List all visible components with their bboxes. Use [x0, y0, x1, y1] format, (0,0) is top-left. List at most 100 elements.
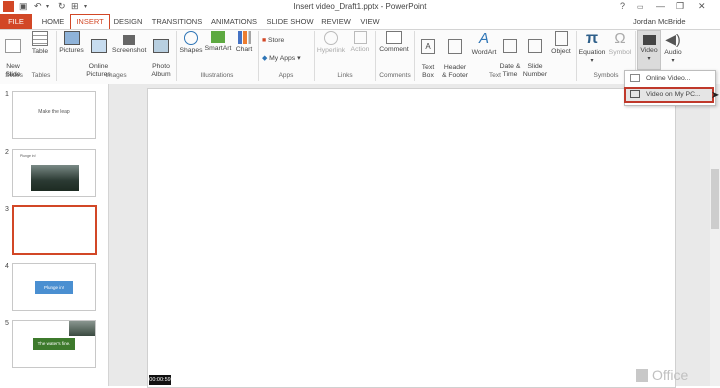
screenshot-label: Screenshot: [112, 47, 147, 54]
restore-button[interactable]: ❐: [676, 1, 684, 12]
film-icon: [642, 35, 656, 45]
calendar-icon: [503, 39, 517, 53]
audio-label: Audio: [664, 49, 682, 56]
slide-thumbnail-1[interactable]: Make the leap: [12, 91, 96, 139]
photo-image: [69, 321, 95, 336]
equation-button[interactable]: π Equation ▾: [577, 31, 607, 65]
video-timecode: 00:00:59: [149, 375, 171, 385]
office-logo-icon: [636, 369, 648, 382]
audio-button[interactable]: ◀) Audio ▾: [661, 31, 685, 65]
tab-design[interactable]: DESIGN: [111, 17, 145, 26]
symbol-button[interactable]: Ω Symbol: [607, 31, 633, 57]
online-video-icon: [630, 74, 640, 83]
divider: [258, 31, 259, 81]
my-apps-icon: ◆: [262, 55, 268, 62]
slide-number-icon: [528, 39, 542, 53]
window-title: Insert video_Draft1.pptx - PowerPoint: [293, 2, 427, 11]
smartart-button[interactable]: SmartArt: [204, 31, 232, 53]
close-button[interactable]: ✕: [698, 1, 706, 12]
comment-button[interactable]: Comment: [377, 31, 411, 54]
tab-file[interactable]: FILE: [0, 14, 32, 29]
minimize-button[interactable]: —: [656, 1, 665, 11]
table-icon: [32, 31, 48, 46]
photo-image: [31, 165, 79, 191]
group-label-text: Text: [489, 72, 501, 79]
slide-thumbnail-3[interactable]: [12, 205, 97, 255]
new-slide-icon: [5, 39, 21, 53]
slide-number: 4: [5, 263, 9, 270]
group-label-links: Links: [337, 72, 353, 79]
menu-item-video-on-my-pc[interactable]: Video on My PC...: [624, 87, 714, 103]
slide-thumbnail-2[interactable]: Plunge in!: [12, 149, 96, 197]
action-icon: [353, 31, 367, 44]
chevron-down-icon: ▾: [671, 58, 675, 64]
chevron-down-icon: ▾: [590, 58, 594, 64]
slide-thumbnail-5[interactable]: The water's fine.: [12, 320, 96, 368]
slide-thumbnail-4[interactable]: Plunge in!: [12, 263, 96, 311]
photo-album-icon: [153, 39, 169, 53]
online-pictures-icon: [90, 39, 107, 53]
wordart-button[interactable]: A WordArt: [470, 31, 498, 57]
divider: [176, 31, 177, 81]
group-label-images: Images: [105, 72, 127, 79]
tab-animations[interactable]: ANIMATIONS: [208, 17, 260, 26]
slide-number: 1: [5, 91, 9, 98]
screenshot-button[interactable]: Screenshot: [112, 31, 146, 55]
video-label: Video: [640, 47, 658, 54]
group-label-slides: Slides: [5, 72, 23, 79]
symbol-label: Symbol: [608, 49, 632, 56]
shapes-button[interactable]: Shapes: [178, 31, 204, 55]
smartart-icon: [211, 31, 225, 43]
menu-item-online-video[interactable]: Online Video...: [625, 72, 713, 86]
object-icon: [554, 31, 568, 46]
text-box-icon: A: [421, 39, 435, 54]
omega-icon: Ω: [614, 30, 626, 47]
wordart-icon: A: [478, 30, 489, 47]
hyperlink-icon: [324, 31, 338, 45]
object-button[interactable]: Object: [548, 31, 574, 56]
tab-insert[interactable]: INSERT: [70, 14, 110, 29]
tab-review[interactable]: REVIEW: [320, 17, 352, 26]
group-label-illustrations: Illustrations: [200, 72, 234, 79]
current-slide[interactable]: [147, 88, 676, 388]
scrollbar-thumb[interactable]: [711, 169, 719, 229]
action-label: Action: [350, 46, 370, 53]
chart-button[interactable]: Chart: [233, 31, 255, 54]
help-icon[interactable]: ?: [620, 1, 625, 11]
divider: [414, 31, 415, 81]
slide-number: 5: [5, 320, 9, 327]
vertical-scrollbar[interactable]: [710, 84, 720, 386]
chevron-down-icon: ▾: [297, 55, 301, 62]
mouse-cursor-icon: ➤: [711, 90, 720, 101]
my-apps-label: My Apps: [269, 55, 296, 62]
group-label-apps: Apps: [278, 72, 294, 79]
shapes-label: Shapes: [179, 47, 203, 54]
ribbon-display-icon[interactable]: ▭: [637, 3, 644, 11]
group-label-comments: Comments: [379, 72, 411, 79]
pictures-icon: [63, 31, 80, 45]
my-apps-button[interactable]: ◆ My Apps ▾: [262, 55, 312, 63]
menu-item-label: Video on My PC...: [646, 91, 701, 98]
tab-home[interactable]: HOME: [38, 17, 68, 26]
tab-transitions[interactable]: TRANSITIONS: [150, 17, 204, 26]
tab-view[interactable]: VIEW: [358, 17, 382, 26]
divider: [314, 31, 315, 81]
store-button[interactable]: ■ Store: [262, 37, 302, 45]
tab-slide-show[interactable]: SLIDE SHOW: [265, 17, 315, 26]
wordart-label: WordArt: [471, 49, 497, 56]
group-label-tables: Tables: [31, 72, 51, 79]
store-label: Store: [268, 37, 285, 44]
shapes-icon: [184, 31, 198, 45]
action-button[interactable]: Action: [348, 31, 372, 54]
chevron-down-icon: ▾: [647, 56, 651, 62]
hyperlink-button[interactable]: Hyperlink: [316, 31, 346, 55]
video-button[interactable]: Video ▾: [637, 30, 661, 70]
office-logo-text: Office: [652, 367, 689, 383]
screenshot-icon: [123, 35, 135, 45]
smartart-label: SmartArt: [204, 45, 232, 52]
equation-label: Equation: [578, 49, 606, 56]
slide-number: 2: [5, 149, 9, 156]
table-button[interactable]: Table: [28, 31, 52, 56]
user-account[interactable]: Jordan McBride: [633, 17, 686, 26]
pictures-button[interactable]: Pictures: [58, 31, 85, 55]
